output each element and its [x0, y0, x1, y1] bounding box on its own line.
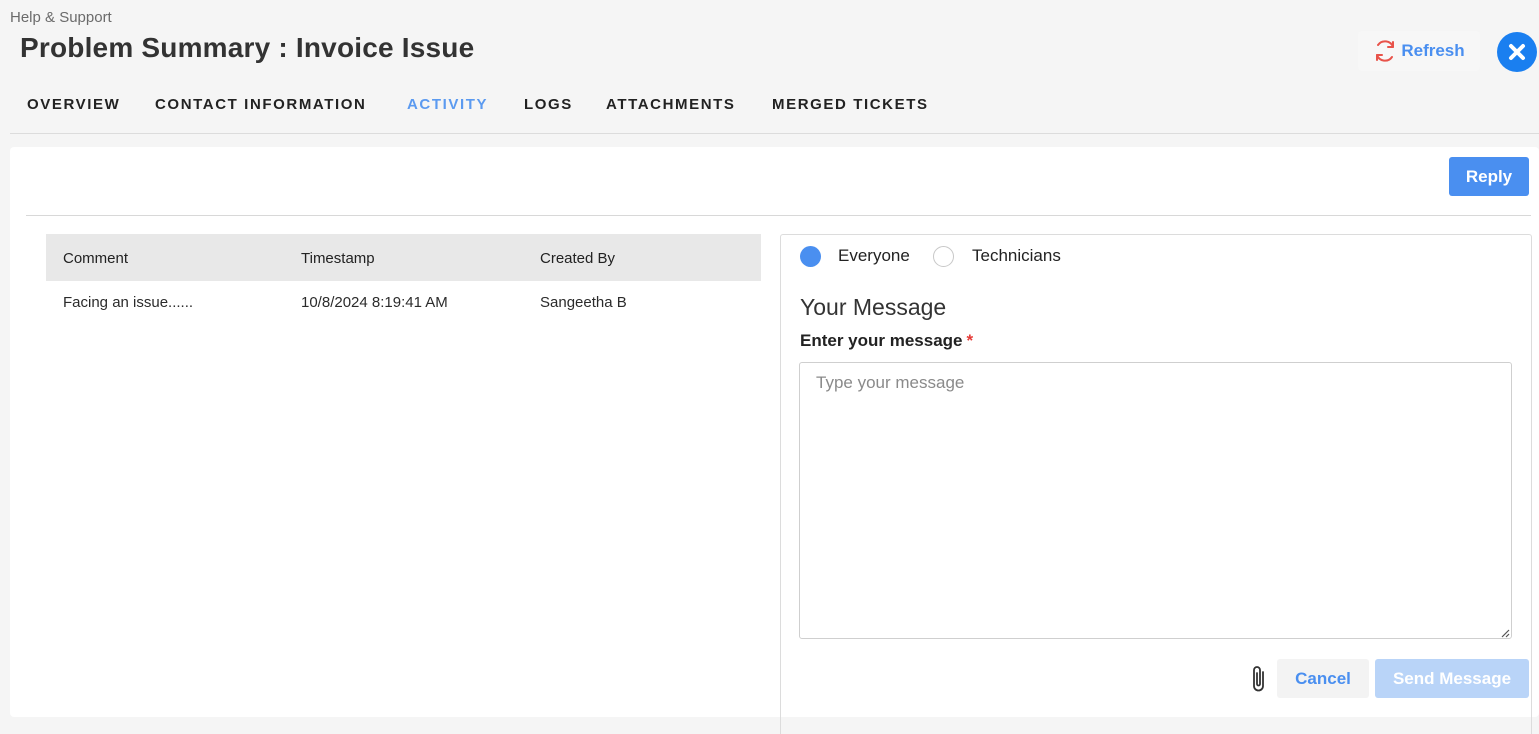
page-title: Problem Summary : Invoice Issue	[20, 32, 475, 63]
message-title: Your Message	[800, 294, 947, 320]
required-mark: *	[966, 331, 974, 350]
message-field-label: Enter your message *	[800, 331, 973, 351]
column-header-comment[interactable]: Comment	[63, 250, 128, 267]
send-message-button[interactable]: Send Message	[1375, 659, 1529, 698]
breadcrumb[interactable]: Help & Support	[10, 9, 112, 26]
radio-everyone[interactable]	[800, 246, 821, 267]
close-icon	[1509, 44, 1525, 60]
tab-merged-tickets[interactable]: MERGED TICKETS	[772, 96, 929, 113]
radio-technicians[interactable]	[933, 246, 954, 267]
table-row[interactable]: Facing an issue...... 10/8/2024 8:19:41 …	[46, 281, 761, 323]
message-field-label-text: Enter your message	[800, 331, 963, 350]
tab-attachments[interactable]: ATTACHMENTS	[606, 96, 736, 113]
resize-grip-icon[interactable]	[1501, 629, 1510, 638]
radio-label-everyone[interactable]: Everyone	[838, 246, 910, 266]
message-input[interactable]	[799, 362, 1512, 639]
tab-activity[interactable]: ACTIVITY	[407, 96, 488, 113]
reply-button[interactable]: Reply	[1449, 157, 1529, 196]
tab-logs[interactable]: LOGS	[524, 96, 573, 113]
cancel-button[interactable]: Cancel	[1277, 659, 1369, 698]
tab-contact-information[interactable]: CONTACT INFORMATION	[155, 96, 366, 113]
tab-overview[interactable]: OVERVIEW	[27, 96, 120, 113]
column-header-created-by[interactable]: Created By	[540, 250, 615, 267]
divider	[26, 215, 1531, 216]
column-header-timestamp[interactable]: Timestamp	[301, 250, 375, 267]
radio-label-technicians[interactable]: Technicians	[972, 246, 1061, 266]
paperclip-icon[interactable]	[1248, 664, 1270, 694]
close-button[interactable]	[1497, 32, 1537, 72]
tab-bar: OVERVIEW CONTACT INFORMATION ACTIVITY LO…	[10, 90, 1539, 134]
refresh-icon	[1376, 40, 1395, 62]
refresh-label: Refresh	[1401, 41, 1465, 60]
cell-comment: Facing an issue......	[63, 294, 194, 311]
compose-panel: Everyone Technicians Your Message Enter …	[780, 234, 1532, 734]
table-header: Comment Timestamp Created By	[46, 234, 761, 281]
cell-timestamp: 10/8/2024 8:19:41 AM	[301, 294, 448, 311]
refresh-button[interactable]: Refresh	[1358, 31, 1480, 71]
cell-created-by: Sangeetha B	[540, 294, 627, 311]
activity-panel: Reply Comment Timestamp Created By Facin…	[10, 147, 1539, 734]
